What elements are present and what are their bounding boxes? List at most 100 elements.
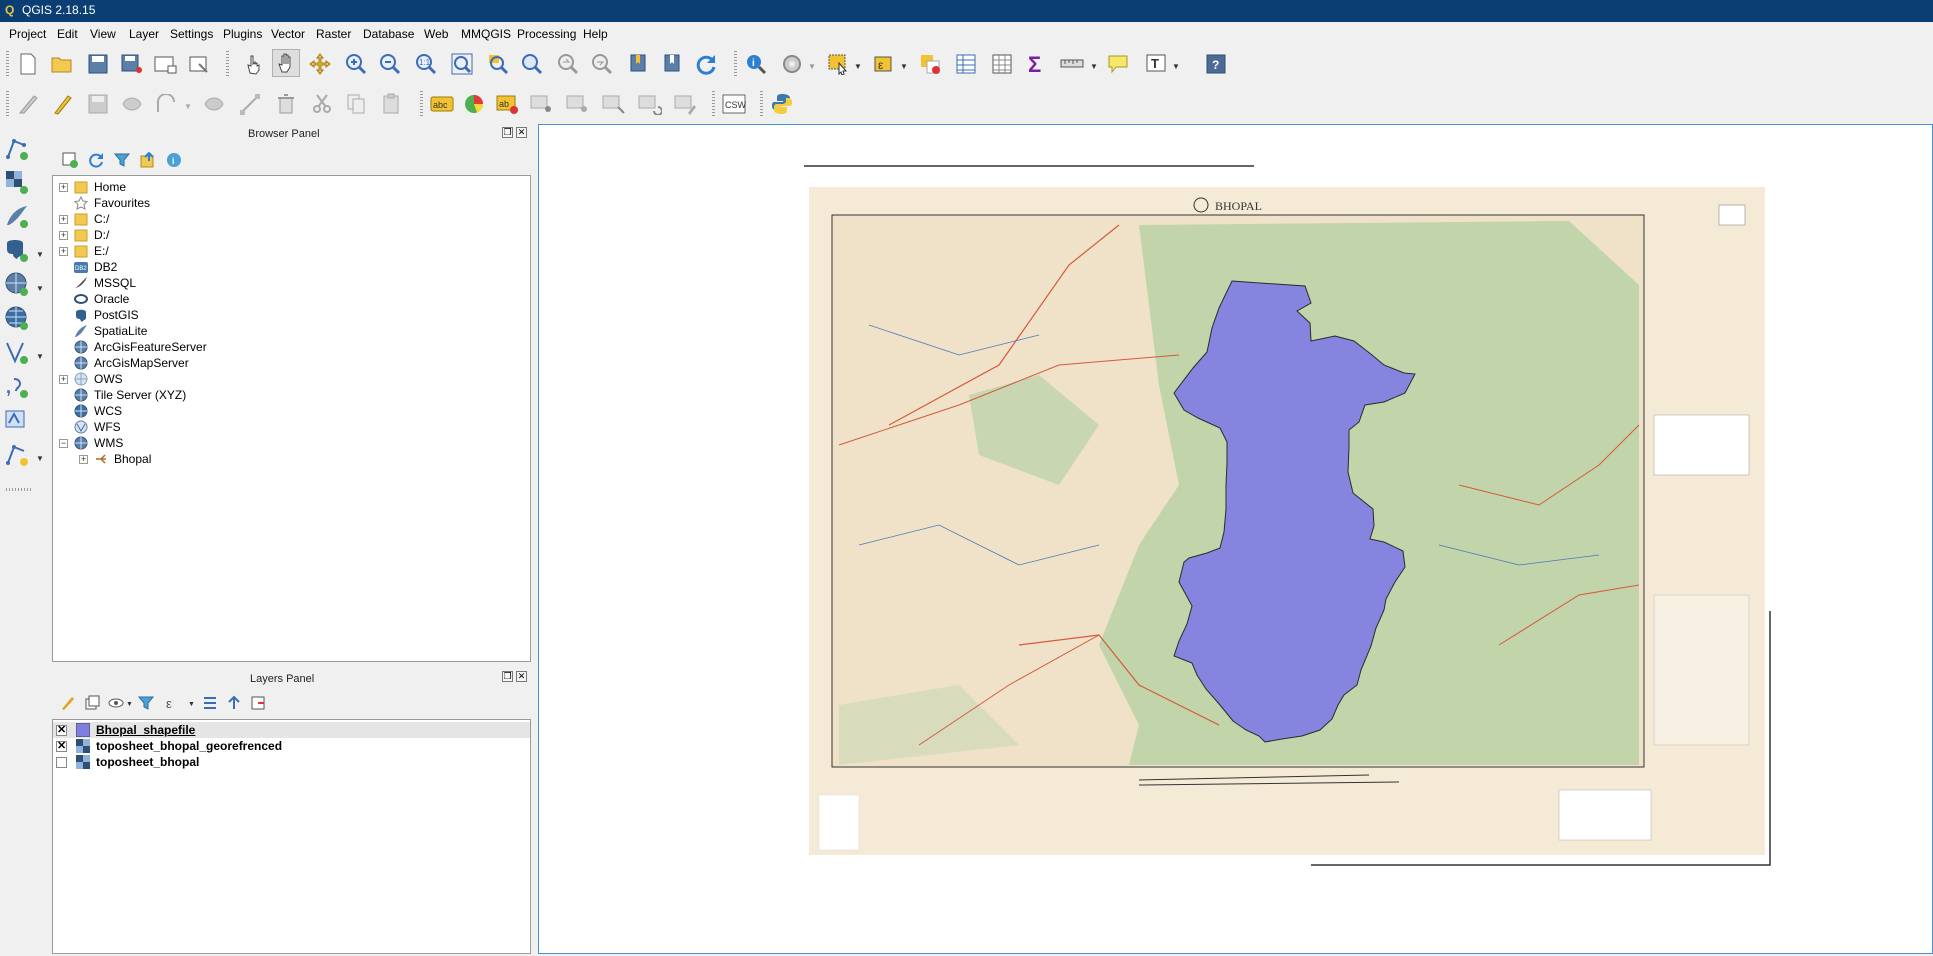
menu-database[interactable]: Database	[363, 27, 414, 41]
browser-item-wfs[interactable]: WFS	[59, 419, 121, 435]
layer-item[interactable]: ✕ toposheet_bhopal_georefrenced	[56, 738, 282, 754]
menu-plugins[interactable]: Plugins	[223, 27, 262, 41]
dropdown-arrow-icon[interactable]: ▼	[184, 102, 192, 111]
attribute-table-icon[interactable]	[952, 50, 980, 78]
field-calculator-icon[interactable]	[988, 50, 1016, 78]
dropdown-arrow-icon[interactable]: ▼	[36, 352, 44, 361]
browser-item-spatialite[interactable]: SpatiaLite	[59, 323, 147, 339]
browser-item-favourites[interactable]: Favourites	[59, 195, 150, 211]
add-feature-icon[interactable]	[118, 90, 146, 118]
python-console-icon[interactable]	[768, 90, 796, 118]
browser-item-db2[interactable]: DB2 DB2	[59, 259, 117, 275]
manage-map-themes-icon[interactable]	[106, 693, 126, 713]
select-features-icon[interactable]	[824, 50, 852, 78]
toolbar-handle[interactable]	[760, 91, 763, 117]
browser-item-home[interactable]: + Home	[59, 179, 126, 195]
browser-item-bhopal-wms[interactable]: + Bhopal	[79, 451, 151, 467]
toolbar-handle[interactable]	[734, 51, 737, 77]
zoom-native-resolution-icon[interactable]: 1:1	[412, 50, 440, 78]
toolbar-handle[interactable]	[6, 488, 32, 491]
touch-zoom-icon[interactable]	[240, 50, 268, 78]
layer-visibility-checkbox[interactable]	[56, 756, 67, 768]
add-wms-layer-icon[interactable]	[4, 270, 34, 298]
browser-item-arcgismapserver[interactable]: ArcGisMapServer	[59, 355, 189, 371]
browser-item-c-drive[interactable]: + C:/	[59, 211, 109, 227]
open-project-icon[interactable]	[48, 50, 76, 78]
browser-item-tile-server[interactable]: Tile Server (XYZ)	[59, 387, 186, 403]
toggle-editing-icon[interactable]	[48, 90, 76, 118]
dropdown-arrow-icon[interactable]: ▼	[808, 62, 816, 71]
new-shapefile-layer-icon[interactable]	[4, 440, 34, 468]
menu-view[interactable]: View	[90, 27, 116, 41]
add-group-icon[interactable]	[82, 693, 102, 713]
save-as-icon[interactable]	[118, 50, 146, 78]
expand-icon[interactable]: +	[59, 246, 68, 256]
new-project-icon[interactable]	[14, 50, 42, 78]
statistical-summary-icon[interactable]: Σ	[1022, 50, 1050, 78]
new-print-composer-icon[interactable]	[152, 50, 180, 78]
close-panel-icon[interactable]: ✕	[516, 671, 527, 682]
toolbar-handle[interactable]	[6, 91, 9, 117]
menu-project[interactable]: Project	[9, 27, 46, 41]
expand-icon[interactable]: +	[59, 230, 68, 240]
map-tips-icon[interactable]	[1104, 50, 1132, 78]
save-layer-edits-icon[interactable]	[84, 90, 112, 118]
layer-visibility-checkbox[interactable]: ✕	[56, 740, 67, 752]
pan-map-icon[interactable]	[272, 49, 300, 77]
copy-features-icon[interactable]	[342, 90, 370, 118]
select-by-expression-icon[interactable]: ε	[870, 50, 898, 78]
csw-metasearch-icon[interactable]: CSW	[720, 90, 748, 118]
collapse-all-icon[interactable]	[224, 693, 244, 713]
add-wcs-layer-icon[interactable]	[4, 304, 34, 332]
toolbar-handle[interactable]	[712, 91, 715, 117]
text-annotation-icon[interactable]: T	[1142, 50, 1170, 78]
dropdown-arrow-icon[interactable]: ▼	[36, 250, 44, 259]
dropdown-arrow-icon[interactable]: ▼	[900, 62, 908, 71]
layer-item[interactable]: ✕ Bhopal_shapefile	[56, 722, 195, 738]
dropdown-arrow-icon[interactable]: ▼	[1172, 62, 1180, 71]
map-canvas[interactable]: BHOPAL	[538, 124, 1933, 954]
menu-settings[interactable]: Settings	[170, 27, 213, 41]
close-panel-icon[interactable]: ✕	[516, 127, 527, 138]
browser-item-mssql[interactable]: MSSQL	[59, 275, 136, 291]
remove-layer-icon[interactable]	[248, 693, 268, 713]
browser-item-postgis[interactable]: PostGIS	[59, 307, 139, 323]
refresh-icon[interactable]	[692, 50, 720, 78]
save-project-icon[interactable]	[84, 50, 112, 78]
zoom-last-icon[interactable]	[554, 50, 582, 78]
zoom-to-selection-icon[interactable]	[484, 50, 512, 78]
browser-item-oracle[interactable]: Oracle	[59, 291, 129, 307]
collapse-all-icon[interactable]	[138, 150, 158, 170]
identify-features-icon[interactable]: i	[742, 50, 770, 78]
dropdown-arrow-icon[interactable]: ▼	[36, 284, 44, 293]
expand-icon[interactable]: +	[59, 182, 68, 192]
deselect-features-icon[interactable]	[916, 50, 944, 78]
composer-manager-icon[interactable]	[186, 50, 214, 78]
menu-edit[interactable]: Edit	[57, 27, 78, 41]
add-raster-layer-icon[interactable]	[4, 168, 34, 196]
browser-item-e-drive[interactable]: + E:/	[59, 243, 109, 259]
toolbar-handle[interactable]	[6, 51, 9, 77]
dropdown-arrow-icon[interactable]: ▼	[1090, 62, 1098, 71]
dropdown-arrow-icon[interactable]: ▼	[126, 701, 133, 708]
filter-browser-icon[interactable]	[112, 150, 132, 170]
properties-info-icon[interactable]: i	[164, 150, 184, 170]
new-bookmark-icon[interactable]	[624, 50, 652, 78]
rotate-label-icon[interactable]	[636, 90, 664, 118]
browser-item-ows[interactable]: + OWS	[59, 371, 123, 387]
menu-mmqgis[interactable]: MMQGIS	[461, 27, 511, 41]
menu-web[interactable]: Web	[424, 27, 448, 41]
toolbar-handle[interactable]	[420, 91, 423, 117]
show-bookmarks-icon[interactable]	[658, 50, 686, 78]
layer-item[interactable]: toposheet_bhopal	[56, 754, 199, 770]
zoom-full-icon[interactable]	[448, 50, 476, 78]
paste-features-icon[interactable]	[378, 90, 406, 118]
expand-all-icon[interactable]	[200, 693, 220, 713]
add-wfs-layer-icon[interactable]	[4, 338, 34, 366]
dropdown-arrow-icon[interactable]: ▼	[854, 62, 862, 71]
layer-visibility-checkbox[interactable]: ✕	[56, 724, 67, 736]
dropdown-arrow-icon[interactable]: ▼	[188, 701, 195, 708]
menu-vector[interactable]: Vector	[271, 27, 305, 41]
browser-item-wms[interactable]: − WMS	[59, 435, 123, 451]
add-postgis-layer-icon[interactable]	[4, 236, 34, 264]
